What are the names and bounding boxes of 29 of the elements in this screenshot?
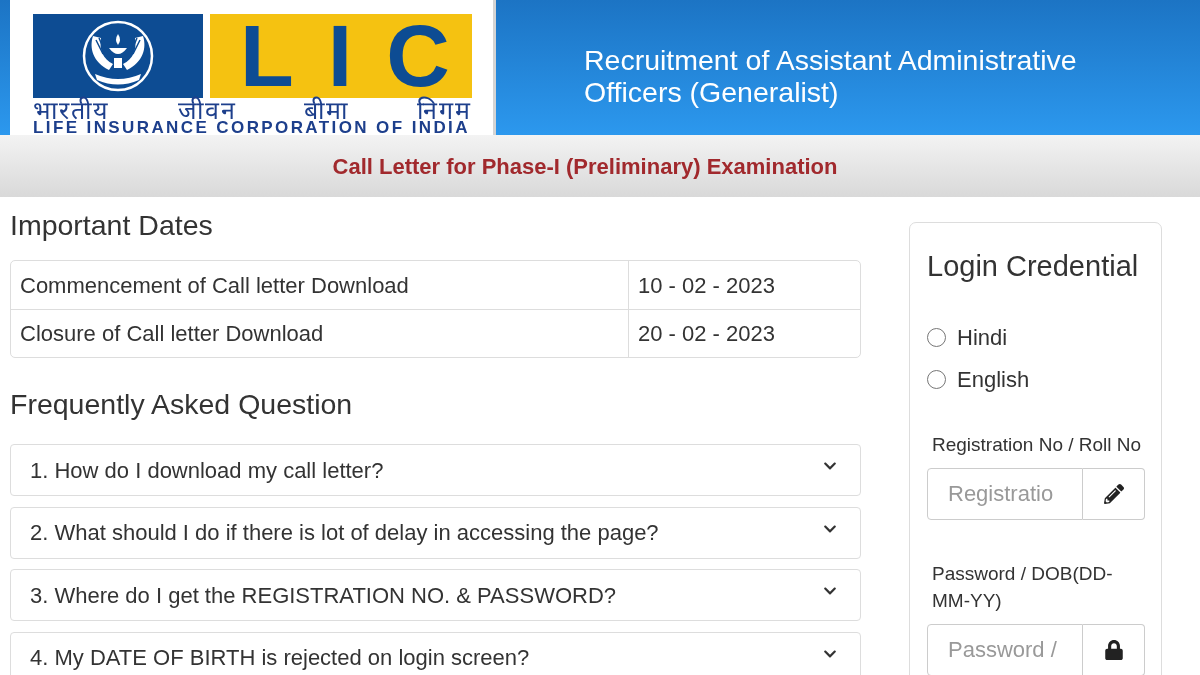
faq-item[interactable]: 2. What should I do if there is lot of delay in accessing the page? bbox=[10, 506, 861, 559]
login-heading: Login Credential bbox=[927, 249, 1140, 284]
section-heading: Frequently Asked Question bbox=[10, 387, 354, 421]
logo-english-name: LIFE INSURANCE CORPORATION OF INDIA bbox=[33, 121, 470, 135]
table-cell-text: Commencement of Call letter Download bbox=[19, 271, 410, 300]
faq-question: 1. How do I download my call letter? bbox=[30, 456, 384, 485]
faq-question: 4. My DATE OF BIRTH is rejected on login screen? bbox=[30, 644, 530, 672]
hands-lamp-emblem-icon bbox=[33, 14, 203, 98]
lock-icon bbox=[1103, 640, 1124, 660]
faq-item[interactable]: 4. My DATE OF BIRTH is rejected on login screen? bbox=[10, 631, 861, 675]
banner-title: Call Letter for Phase-I (Preliminary) Examination bbox=[332, 152, 838, 181]
field-label: Password / DOB(DD-MM-YY) bbox=[931, 562, 1114, 613]
password-input[interactable]: Password / bbox=[927, 624, 1083, 675]
radio-label: Hindi bbox=[957, 323, 1008, 352]
faq-item[interactable]: 1. How do I download my call letter? bbox=[10, 444, 861, 496]
table-cell: 10 - 02 - 2023 bbox=[628, 261, 860, 309]
table-cell-text: Closure of Call letter Download bbox=[19, 320, 325, 348]
pencil-icon bbox=[1103, 484, 1124, 504]
faq-question: 2. What should I do if there is lot of delay in accessing the page? bbox=[30, 519, 659, 547]
radio-label: English bbox=[957, 365, 1030, 394]
registration-input[interactable]: Registratio bbox=[927, 468, 1083, 520]
section-heading: Important Dates bbox=[10, 208, 214, 242]
field-label: Registration No / Roll No bbox=[931, 433, 1143, 457]
radio-button[interactable] bbox=[927, 327, 946, 347]
faq-question: 3. Where do I get the REGISTRATION NO. & PASSWORD? bbox=[30, 581, 617, 610]
recruitment-title: Recruitment of Assistant Administrative Officers (Generalist) bbox=[584, 44, 1078, 108]
table-cell: 20 - 02 - 2023 bbox=[628, 310, 860, 357]
radio-button[interactable] bbox=[927, 369, 946, 389]
faq-item[interactable]: 3. Where do I get the REGISTRATION NO. & PASSWORD? bbox=[10, 569, 861, 621]
